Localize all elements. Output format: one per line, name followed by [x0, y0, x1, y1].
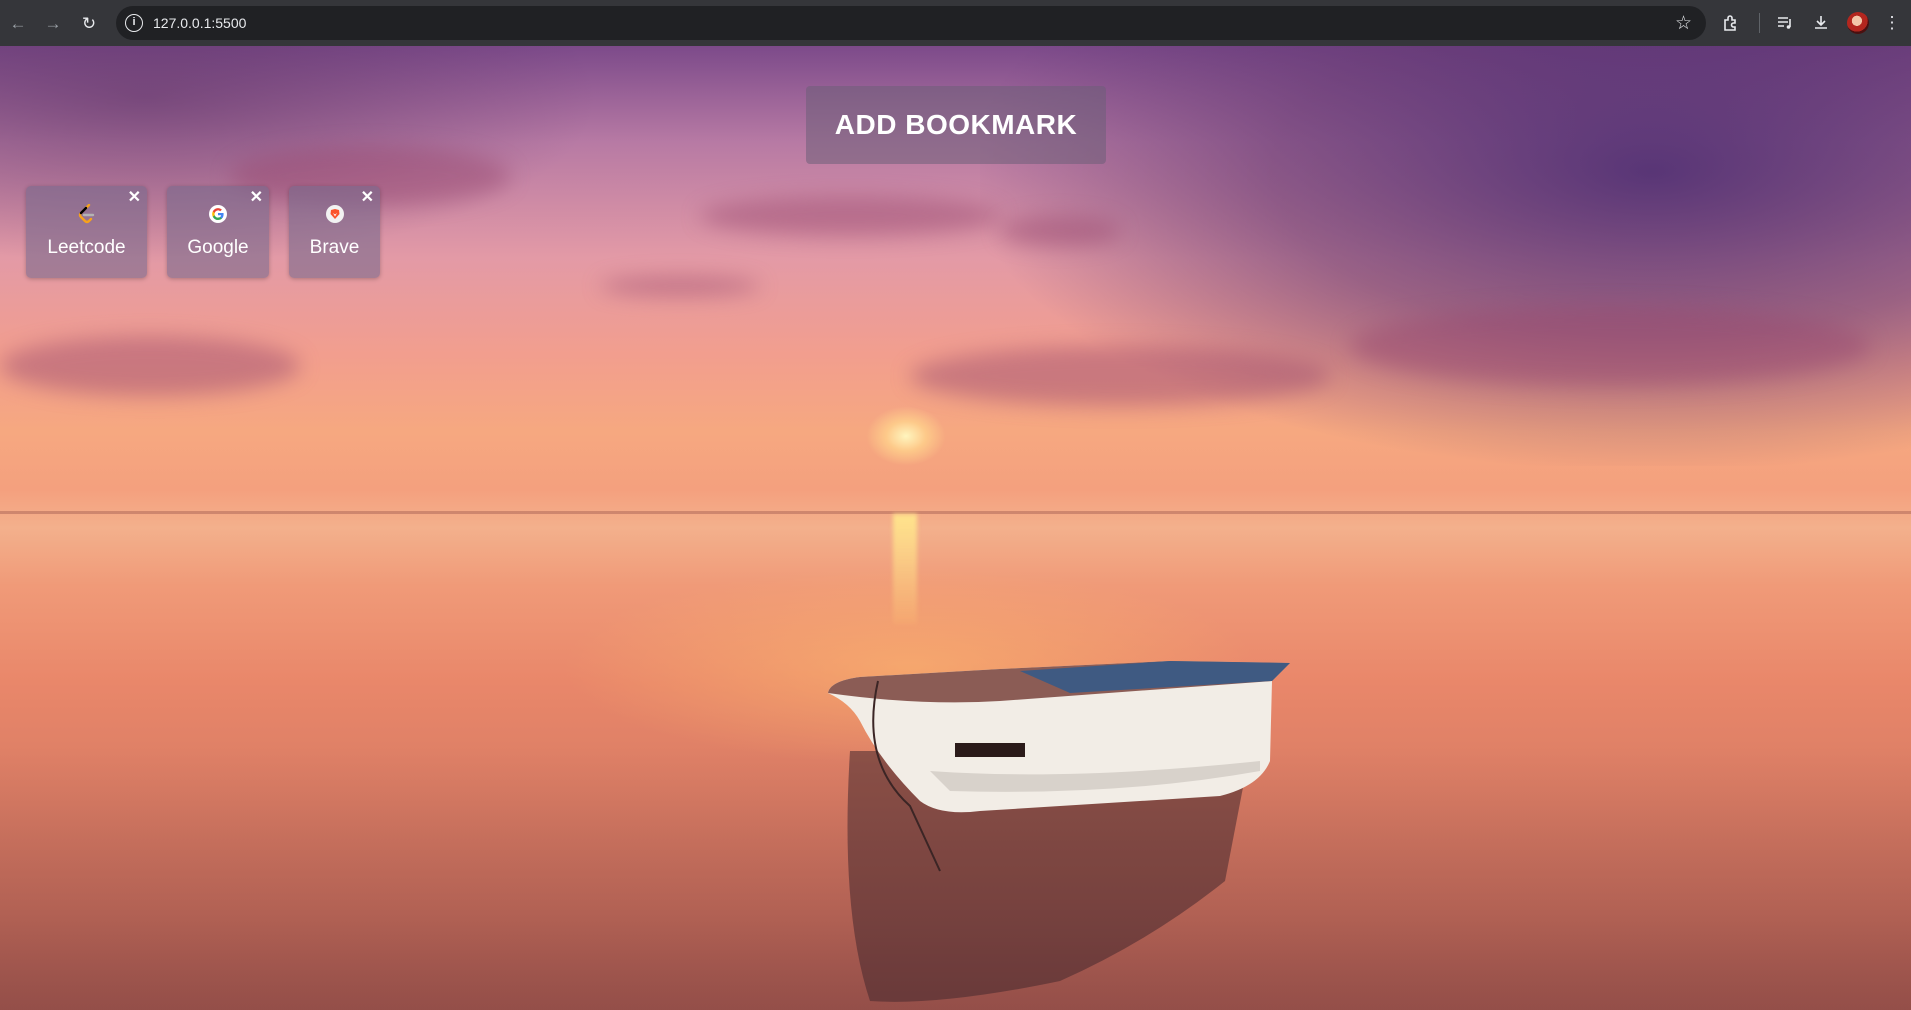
close-icon[interactable]: ✕ — [128, 190, 141, 206]
media-control-icon[interactable] — [1773, 11, 1797, 35]
horizon-line — [0, 511, 1911, 514]
brave-icon — [325, 204, 345, 224]
back-arrow-icon: ← — [9, 13, 27, 33]
google-icon — [208, 204, 228, 224]
close-icon[interactable]: ✕ — [361, 190, 374, 206]
cloud — [600, 276, 760, 296]
forward-arrow-icon: → — [44, 13, 62, 33]
back-button[interactable]: ← — [4, 9, 32, 37]
url-text[interactable]: 127.0.0.1:5500 — [153, 15, 246, 31]
add-bookmark-button[interactable]: ADD BOOKMARK — [806, 86, 1106, 164]
forward-button[interactable]: → — [39, 9, 67, 37]
bookmark-label: Leetcode — [47, 237, 126, 258]
cloud — [1350, 306, 1870, 386]
puzzle-icon[interactable] — [1719, 11, 1743, 35]
cloud — [1000, 216, 1120, 246]
sun — [866, 406, 946, 466]
page-background: ADD BOOKMARK ✕ Leetcode ✕ Google ✕ Brave — [0, 46, 1911, 1010]
browser-toolbar: ← → ↻ i 127.0.0.1:5500 ☆ ⋮ — [0, 0, 1911, 46]
bookmark-label: Brave — [309, 237, 360, 258]
cloud — [700, 196, 1000, 236]
boat-image — [828, 661, 1290, 1002]
reload-icon: ↻ — [81, 13, 97, 33]
address-bar[interactable]: i 127.0.0.1:5500 ☆ — [116, 6, 1706, 40]
bookmark-card-leetcode[interactable]: ✕ Leetcode — [26, 186, 147, 278]
leetcode-icon — [77, 204, 97, 224]
reload-button[interactable]: ↻ — [75, 9, 103, 37]
cloud — [910, 346, 1330, 406]
cloud — [0, 336, 300, 396]
close-icon[interactable]: ✕ — [250, 190, 263, 206]
info-icon[interactable]: i — [125, 14, 143, 32]
bookmark-card-google[interactable]: ✕ Google — [167, 186, 269, 278]
profile-avatar[interactable] — [1847, 12, 1869, 34]
kebab-menu-icon[interactable]: ⋮ — [1880, 11, 1904, 35]
bookmark-card-brave[interactable]: ✕ Brave — [289, 186, 380, 278]
toolbar-divider — [1759, 13, 1760, 33]
download-icon[interactable] — [1809, 11, 1833, 35]
sun-reflection — [893, 514, 917, 624]
bookmark-label: Google — [187, 237, 249, 258]
star-icon[interactable]: ☆ — [1675, 12, 1692, 35]
